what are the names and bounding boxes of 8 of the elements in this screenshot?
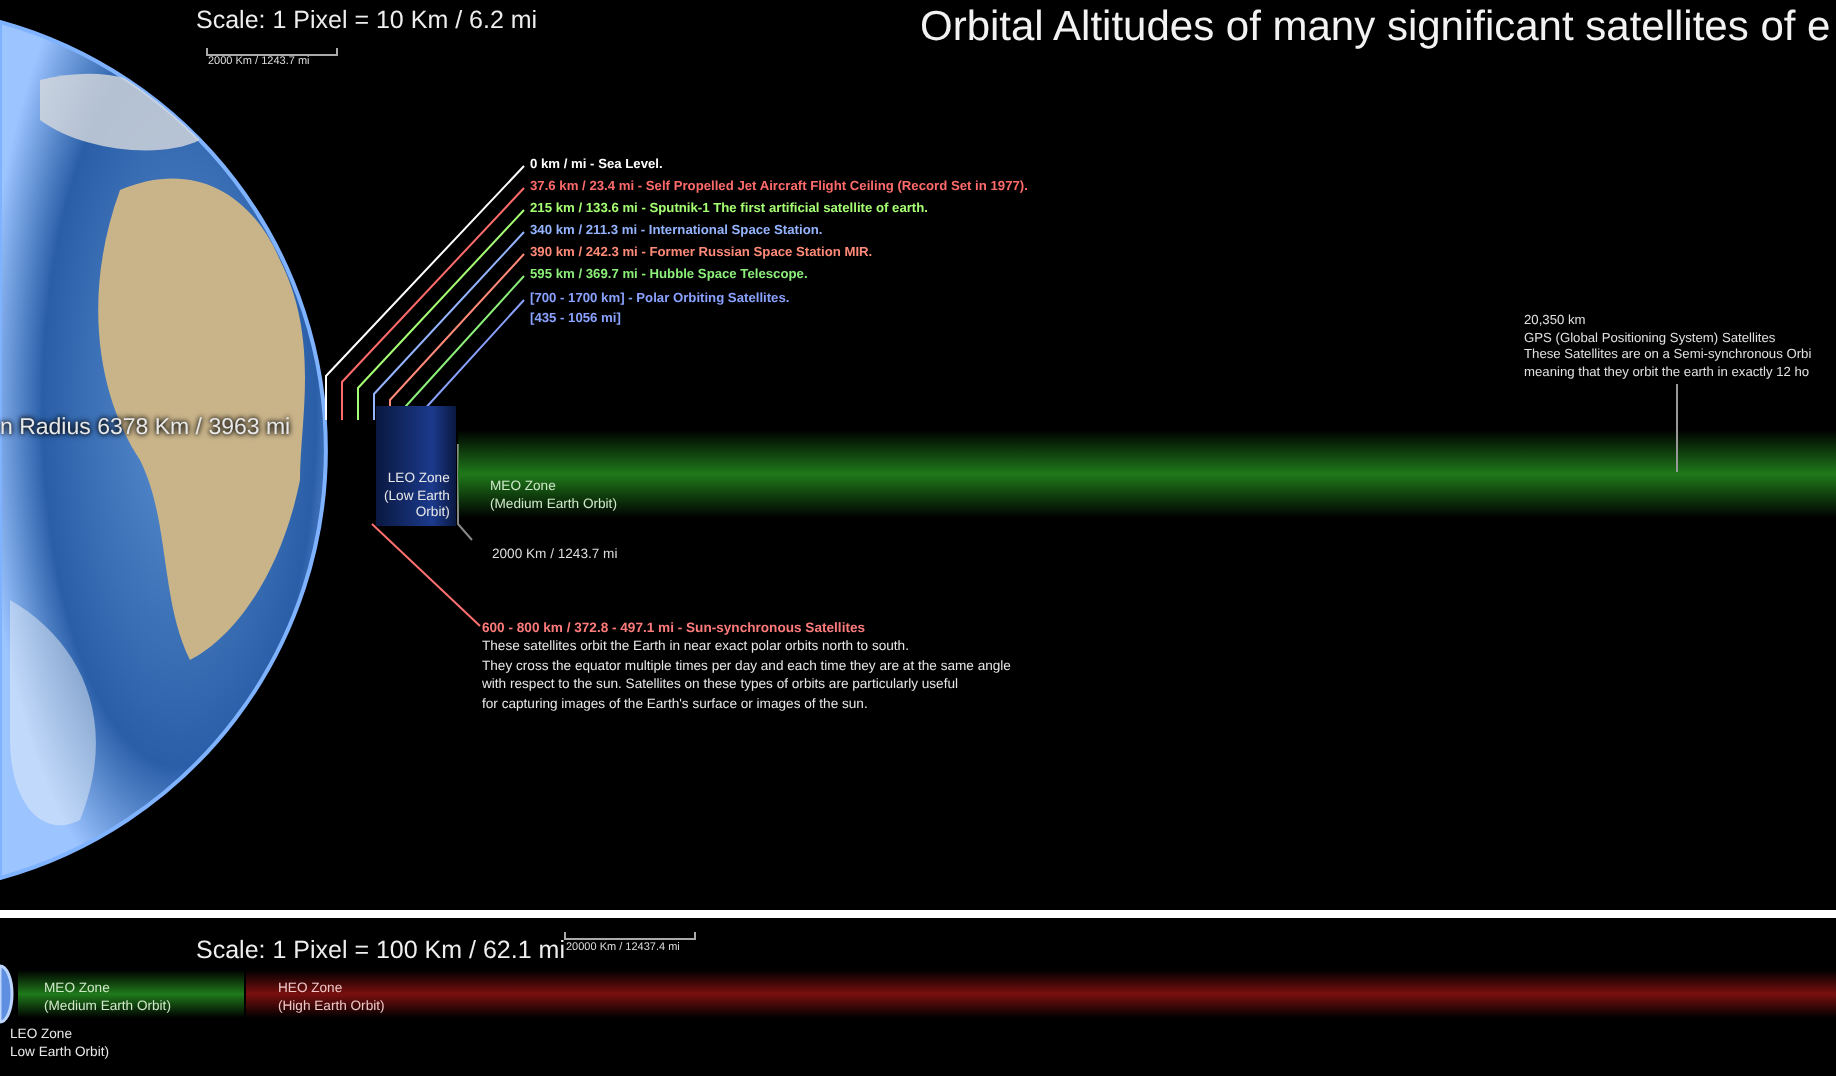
chart-title: Orbital Altitudes of many significant satellites of e	[920, 4, 1831, 52]
scale-label: Scale: 1 Pixel = 100 Km / 62.1 mi	[196, 936, 565, 964]
earth-drawing	[0, 964, 14, 1024]
scale-bar	[206, 48, 338, 56]
leader-line	[1676, 384, 1678, 472]
scale-bar	[564, 932, 696, 940]
scale-label: Scale: 1 Pixel = 10 Km / 6.2 mi	[196, 6, 538, 34]
leo-zone-band	[376, 406, 456, 526]
